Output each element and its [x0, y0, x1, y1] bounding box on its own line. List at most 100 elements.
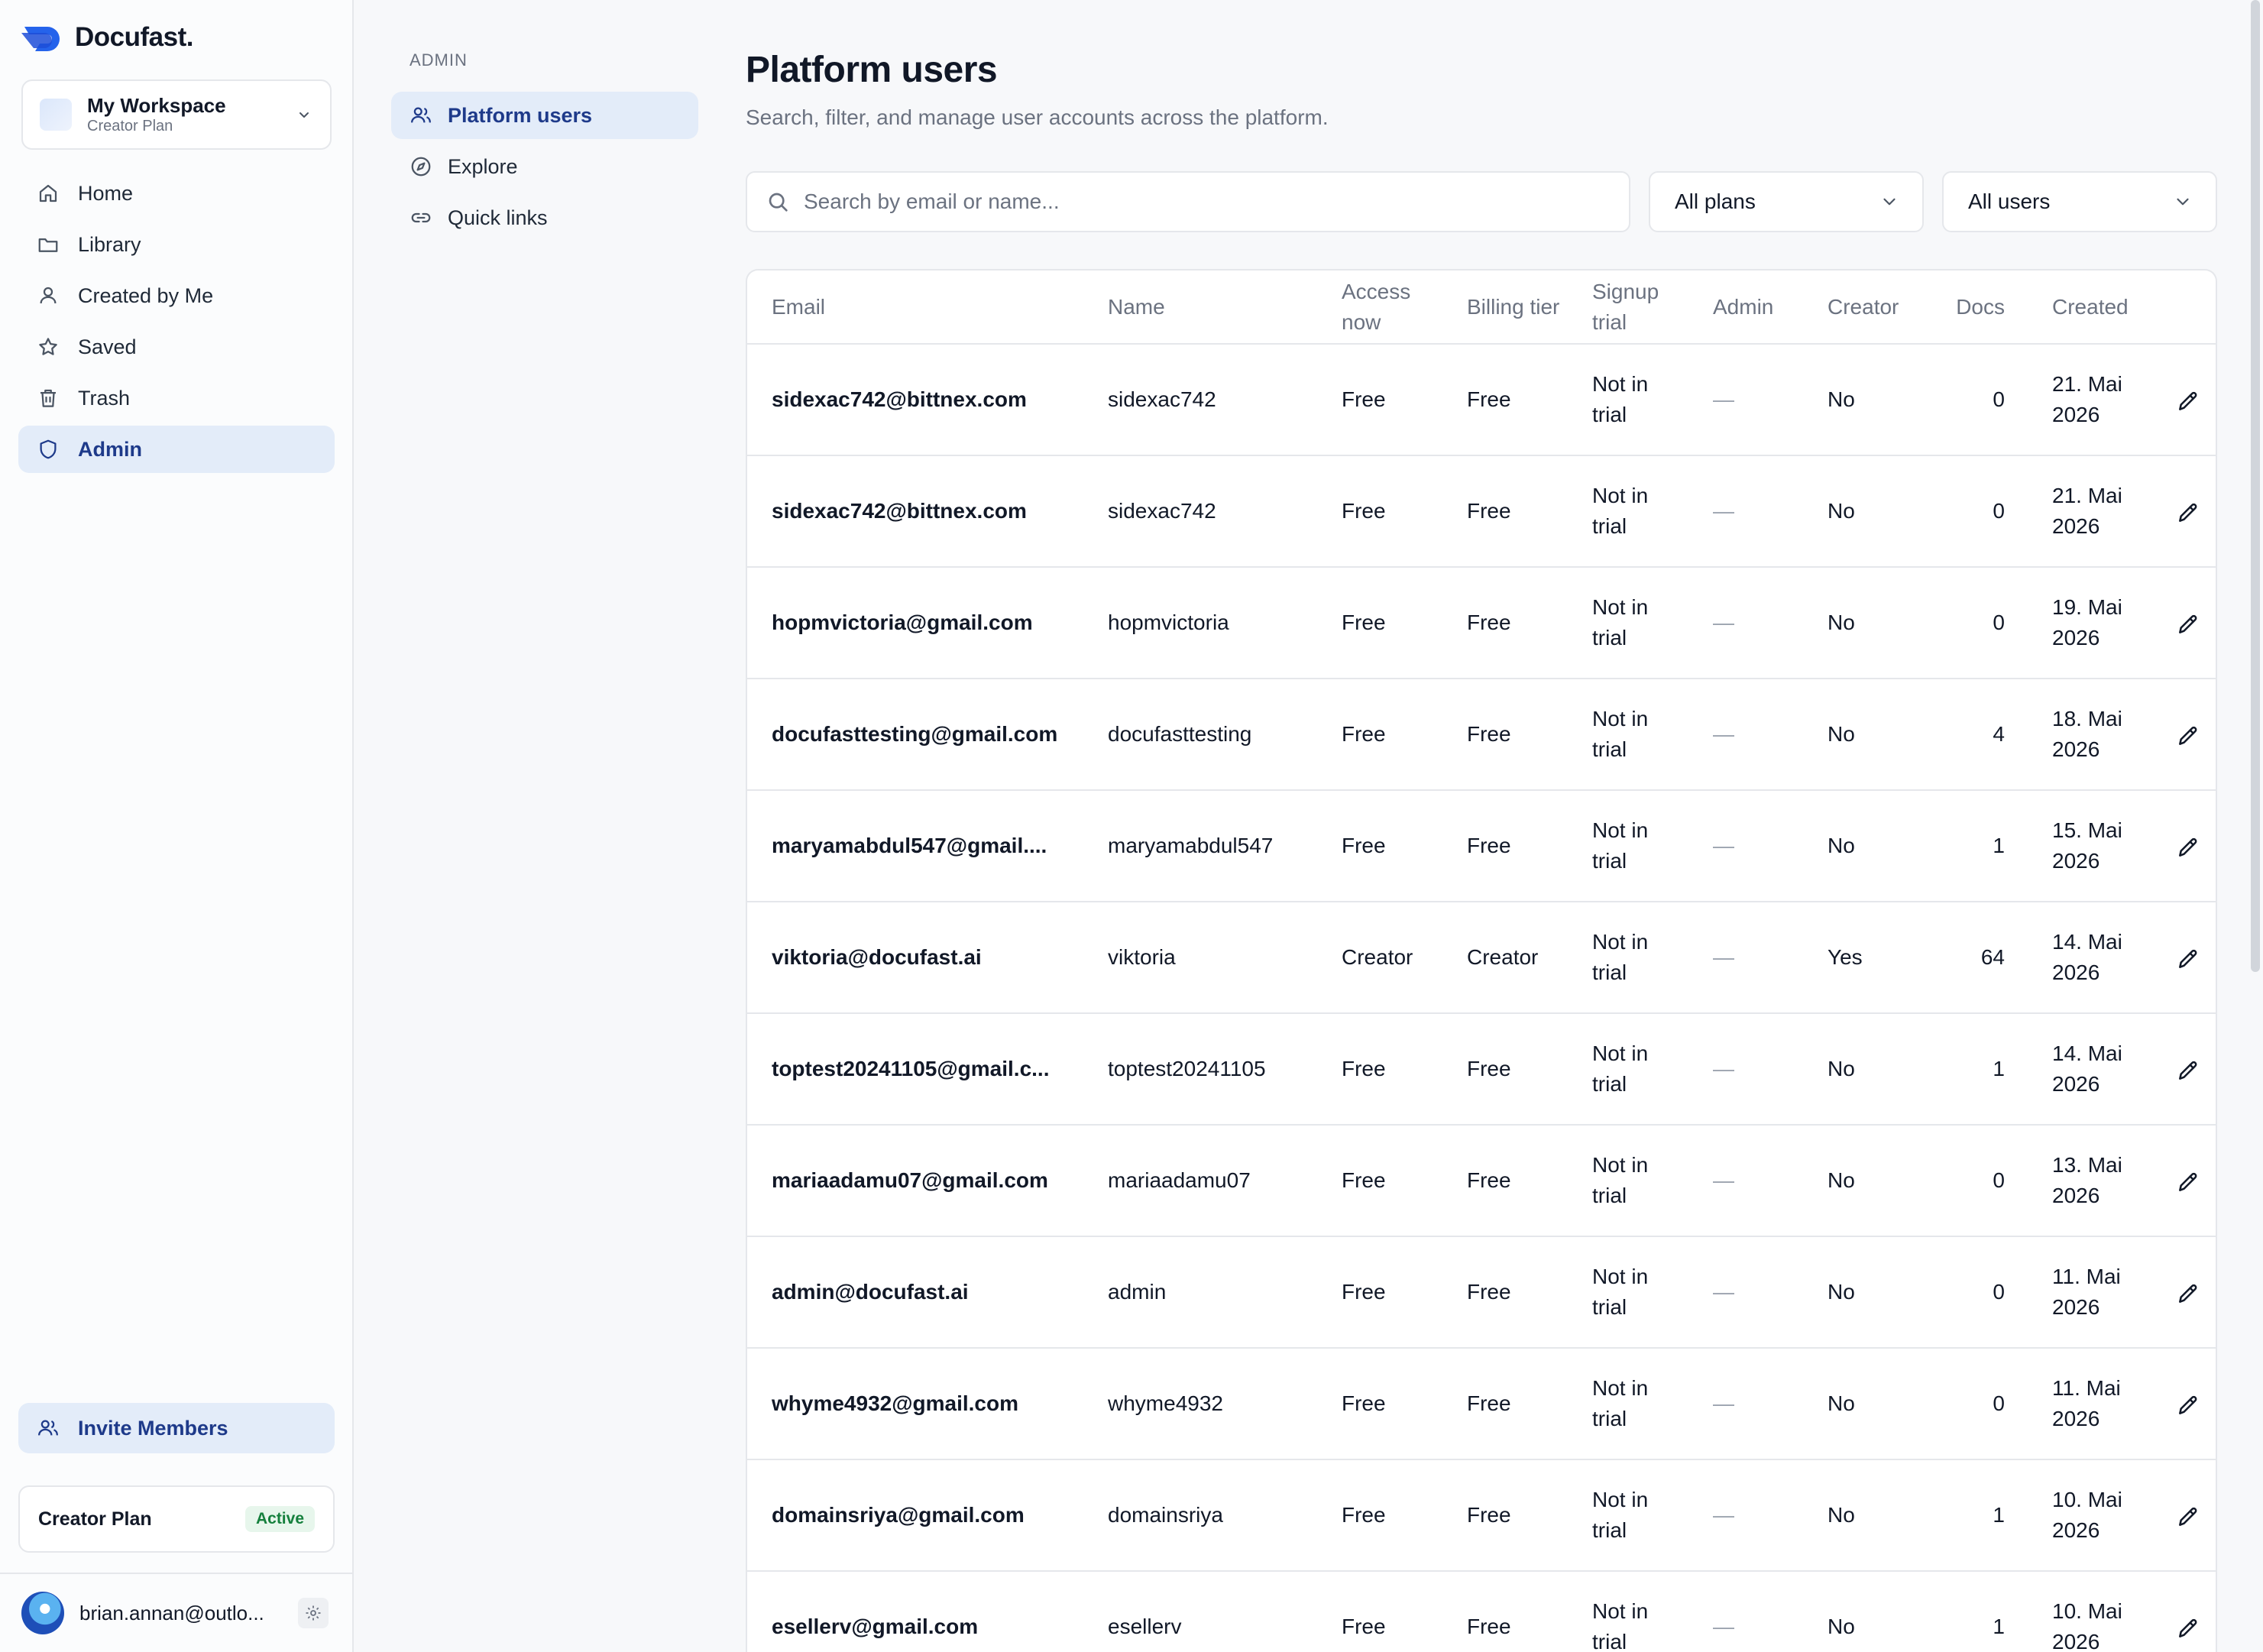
cell-signup-trial: Not in trial [1568, 1013, 1688, 1126]
column-header-actions [2173, 270, 2216, 345]
cell-email: sidexac742@bittnex.com [747, 344, 1083, 456]
search-input[interactable] [804, 189, 1614, 214]
cell-admin: — [1688, 567, 1803, 679]
table-row[interactable]: toptest20241105@gmail.c... toptest202411… [747, 1013, 2216, 1126]
plan-card[interactable]: Creator Plan Active [18, 1485, 335, 1553]
column-header-signup-trial[interactable]: Signup trial [1568, 270, 1688, 345]
user-filter-select[interactable]: All users [1942, 171, 2217, 232]
workspace-switcher[interactable]: My Workspace Creator Plan [21, 79, 332, 150]
column-header-created[interactable]: Created [2028, 270, 2173, 345]
edit-pencil-icon[interactable] [2176, 612, 2200, 637]
column-header-creator[interactable]: Creator [1803, 270, 1928, 345]
edit-pencil-icon[interactable] [2176, 1170, 2200, 1194]
cell-admin: — [1688, 790, 1803, 902]
edit-pencil-icon[interactable] [2176, 1616, 2200, 1641]
cell-signup-trial: Not in trial [1568, 902, 1688, 1014]
avatar[interactable] [21, 1592, 64, 1634]
table-row[interactable]: sidexac742@bittnex.com sidexac742 Free F… [747, 455, 2216, 568]
sidebar-item-label: Trash [78, 386, 131, 410]
sidebar-item-admin[interactable]: Admin [18, 426, 335, 473]
cell-billing-tier: Free [1442, 679, 1568, 791]
subnav-item-platform-users[interactable]: Platform users [391, 92, 698, 139]
chevron-down-icon [2177, 198, 2189, 206]
table-row[interactable]: domainsriya@gmail.com domainsriya Free F… [747, 1459, 2216, 1572]
brand[interactable]: Docufast. [21, 20, 193, 55]
sidebar-item-home[interactable]: Home [18, 170, 335, 217]
sidebar-item-trash[interactable]: Trash [18, 374, 335, 422]
settings-button[interactable] [298, 1598, 329, 1628]
subnav-item-label: Explore [448, 154, 518, 178]
edit-pencil-icon[interactable] [2176, 1281, 2200, 1306]
cell-docs: 1 [1928, 1013, 2028, 1126]
table-row[interactable]: viktoria@docufast.ai viktoria Creator Cr… [747, 902, 2216, 1014]
cell-creator: No [1803, 679, 1928, 791]
cell-actions [2173, 344, 2216, 456]
cell-signup-trial: Not in trial [1568, 1348, 1688, 1460]
table-row[interactable]: whyme4932@gmail.com whyme4932 Free Free … [747, 1348, 2216, 1460]
cell-created: 11. Mai 2026 [2028, 1348, 2173, 1460]
folder-icon [38, 238, 58, 252]
edit-pencil-icon[interactable] [2176, 500, 2200, 525]
cell-admin: — [1688, 1459, 1803, 1572]
table-row[interactable]: hopmvictoria@gmail.com hopmvictoria Free… [747, 567, 2216, 679]
chevron-down-icon [1883, 198, 1896, 206]
edit-pencil-icon[interactable] [2176, 724, 2200, 748]
subnav-item-explore[interactable]: Explore [391, 143, 698, 190]
cell-created: 18. Mai 2026 [2028, 679, 2173, 791]
table-row[interactable]: esellerv@gmail.com esellerv Free Free No… [747, 1571, 2216, 1652]
cell-signup-trial: Not in trial [1568, 790, 1688, 902]
cell-billing-tier: Free [1442, 1236, 1568, 1349]
column-header-name[interactable]: Name [1083, 270, 1317, 345]
column-header-docs[interactable]: Docs [1928, 270, 2028, 345]
cell-creator: No [1803, 1013, 1928, 1126]
cell-creator: No [1803, 1348, 1928, 1460]
column-header-admin[interactable]: Admin [1688, 270, 1803, 345]
edit-pencil-icon[interactable] [2176, 835, 2200, 860]
edit-pencil-icon[interactable] [2176, 1393, 2200, 1417]
column-header-billing-tier[interactable]: Billing tier [1442, 270, 1568, 345]
plan-filter-select[interactable]: All plans [1649, 171, 1924, 232]
cell-email: sidexac742@bittnex.com [747, 455, 1083, 568]
cell-billing-tier: Free [1442, 567, 1568, 679]
table-row[interactable]: maryamabdul547@gmail.... maryamabdul547 … [747, 790, 2216, 902]
cell-name: hopmvictoria [1083, 567, 1317, 679]
user-icon [40, 287, 57, 304]
cell-name: esellerv [1083, 1571, 1317, 1652]
table-row[interactable]: mariaadamu07@gmail.com mariaadamu07 Free… [747, 1125, 2216, 1237]
subnav-item-label: Quick links [448, 206, 548, 229]
edit-pencil-icon[interactable] [2176, 1058, 2200, 1083]
edit-pencil-icon[interactable] [2176, 947, 2200, 971]
sidebar-item-library[interactable]: Library [18, 221, 335, 268]
cell-actions [2173, 1013, 2216, 1126]
table-row[interactable]: sidexac742@bittnex.com sidexac742 Free F… [747, 344, 2216, 456]
subnav-heading: ADMIN [410, 50, 468, 70]
scrollbar[interactable] [2251, 0, 2260, 972]
cell-access-now: Free [1317, 455, 1442, 568]
users-icon [411, 107, 431, 123]
table-row[interactable]: admin@docufast.ai admin Free Free Not in… [747, 1236, 2216, 1349]
column-header-access-now[interactable]: Access now [1317, 270, 1442, 345]
sidebar-item-saved[interactable]: Saved [18, 323, 335, 371]
edit-pencil-icon[interactable] [2176, 1505, 2200, 1529]
cell-email: hopmvictoria@gmail.com [747, 567, 1083, 679]
users-table: Email Name Access now Billing tier Signu… [747, 270, 2216, 1652]
cell-email: whyme4932@gmail.com [747, 1348, 1083, 1460]
cell-name: sidexac742 [1083, 455, 1317, 568]
cell-creator: No [1803, 567, 1928, 679]
edit-pencil-icon[interactable] [2176, 389, 2200, 413]
cell-actions [2173, 1571, 2216, 1652]
cell-creator: No [1803, 1236, 1928, 1349]
subnav-item-quick-links[interactable]: Quick links [391, 194, 698, 241]
user-email[interactable]: brian.annan@outlo... [79, 1602, 293, 1625]
search-box[interactable] [746, 171, 1630, 232]
cell-access-now: Free [1317, 1236, 1442, 1349]
cell-billing-tier: Free [1442, 1571, 1568, 1652]
search-icon [769, 193, 788, 212]
sidebar-item-created-by-me[interactable]: Created by Me [18, 272, 335, 319]
table-row[interactable]: docufasttesting@gmail.com docufasttestin… [747, 679, 2216, 791]
gear-icon [306, 1605, 321, 1621]
cell-created: 11. Mai 2026 [2028, 1236, 2173, 1349]
column-header-email[interactable]: Email [747, 270, 1083, 345]
page-title: Platform users [746, 50, 998, 90]
invite-members-button[interactable]: Invite Members [18, 1403, 335, 1453]
